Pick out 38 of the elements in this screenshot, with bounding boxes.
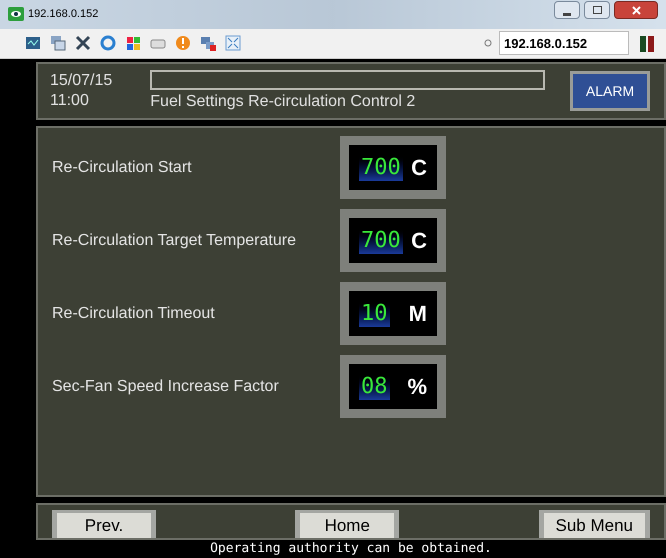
network-icon[interactable] bbox=[199, 34, 217, 52]
setting-label: Re-Circulation Start bbox=[52, 158, 193, 178]
value-display[interactable]: 08 % bbox=[340, 355, 446, 418]
unit-label: C bbox=[411, 227, 427, 255]
setting-label: Sec-Fan Speed Increase Factor bbox=[52, 377, 280, 397]
minimize-icon bbox=[563, 12, 571, 16]
status-text: Operating authority can be obtained. bbox=[210, 540, 492, 558]
address-field[interactable]: 192.168.0.152 bbox=[499, 31, 629, 56]
value-display[interactable]: 700 C bbox=[340, 209, 446, 272]
close-icon bbox=[632, 6, 640, 15]
close-button[interactable] bbox=[614, 1, 658, 20]
window-title: 192.168.0.152 bbox=[28, 7, 98, 22]
digital-value: 700 bbox=[359, 154, 403, 180]
minimize-button[interactable] bbox=[554, 1, 580, 20]
unit-label: % bbox=[407, 373, 427, 401]
unit-label: M bbox=[408, 300, 427, 328]
flag-icon[interactable] bbox=[124, 34, 142, 52]
nav-button[interactable]: Prev. bbox=[52, 510, 156, 538]
screen-title: Fuel Settings Re-circulation Control 2 bbox=[150, 92, 416, 112]
setting-label: Re-Circulation Target Temperature bbox=[52, 231, 297, 251]
unit-label: C bbox=[411, 154, 427, 182]
maximize-icon bbox=[592, 6, 602, 14]
indicator-icon bbox=[484, 39, 492, 48]
digital-value: 08 bbox=[359, 374, 390, 400]
digital-value: 10 bbox=[359, 300, 390, 326]
alarm-button[interactable]: ALARM bbox=[570, 71, 650, 111]
app-icon bbox=[8, 7, 24, 22]
time-text: 11:00 bbox=[50, 91, 90, 111]
nav-button[interactable]: Home bbox=[295, 510, 400, 538]
windows-icon[interactable] bbox=[49, 34, 67, 52]
fullscreen-icon[interactable] bbox=[224, 34, 242, 52]
digital-value: 700 bbox=[359, 228, 403, 254]
value-display[interactable]: 700 C bbox=[340, 136, 446, 199]
value-display[interactable]: 10 M bbox=[340, 282, 446, 345]
maximize-button[interactable] bbox=[584, 1, 610, 20]
nav-button[interactable]: Sub Menu bbox=[538, 510, 650, 538]
date-text: 15/07/15 bbox=[50, 71, 112, 91]
setting-label: Re-Circulation Timeout bbox=[52, 304, 216, 324]
